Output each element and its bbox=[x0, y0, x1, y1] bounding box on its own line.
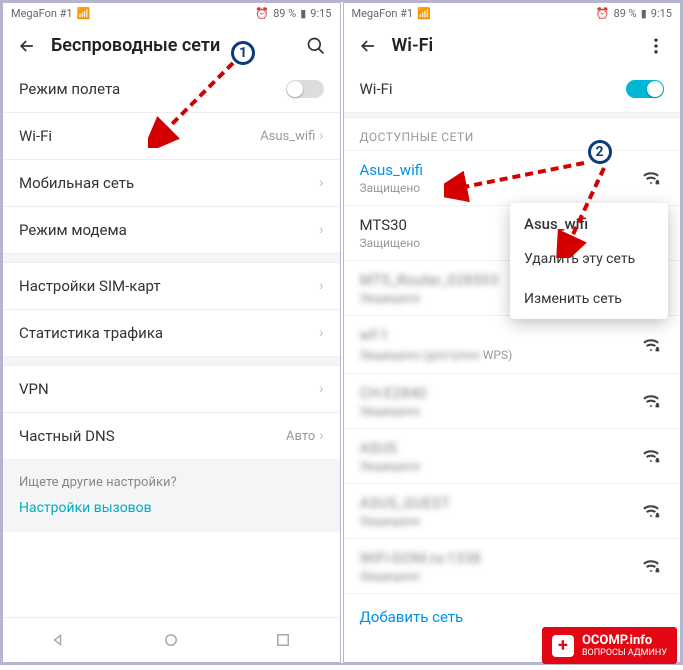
wifi-signal-icon bbox=[640, 444, 664, 468]
wifi-signal-icon bbox=[640, 499, 664, 523]
item-vpn[interactable]: VPN › bbox=[3, 366, 340, 412]
back-icon[interactable] bbox=[358, 36, 378, 56]
chevron-right-icon: › bbox=[319, 325, 323, 341]
label: Wi-Fi bbox=[19, 127, 52, 145]
search-icon[interactable] bbox=[306, 36, 326, 56]
clock: 9:15 bbox=[310, 7, 331, 20]
status-bar: MegaFon #1 📶 ⏰ 89 % ▮ 9:15 bbox=[344, 3, 681, 23]
item-sim-settings[interactable]: Настройки SIM-карт › bbox=[3, 263, 340, 309]
wifi-sub: Защищено bbox=[360, 459, 641, 473]
battery-pct: 89 % bbox=[614, 7, 637, 20]
carrier-label: MegaFon #1 bbox=[352, 7, 414, 20]
label: Статистика трафика bbox=[19, 324, 163, 342]
wifi-master-toggle[interactable]: Wi-Fi bbox=[344, 66, 681, 112]
value: Авто bbox=[286, 429, 315, 444]
battery-pct: 89 % bbox=[273, 7, 296, 20]
chevron-right-icon: › bbox=[319, 381, 323, 397]
label: VPN bbox=[19, 380, 49, 398]
ctx-modify-network[interactable]: Изменить сеть bbox=[510, 279, 668, 319]
wifi-name: wf-1 bbox=[360, 326, 641, 344]
item-modem-mode[interactable]: Режим модема › bbox=[3, 206, 340, 253]
wifi-signal-icon bbox=[640, 389, 664, 413]
signal-icon: 📶 bbox=[417, 7, 431, 20]
more-icon[interactable] bbox=[646, 36, 666, 56]
wifi-network-item[interactable]: WiFi-DOM.ru-1338 Защищено bbox=[344, 538, 681, 593]
cross-icon: + bbox=[552, 635, 574, 657]
annotation-badge-1: 1 bbox=[231, 41, 255, 65]
chevron-right-icon: › bbox=[319, 222, 323, 238]
annotation-arrow-1 bbox=[148, 58, 243, 148]
wifi-sub: Защищено bbox=[360, 569, 641, 583]
annotation-arrow-2b bbox=[544, 163, 624, 258]
wifi-sub: Защищено bbox=[360, 514, 641, 528]
nav-bar bbox=[3, 617, 340, 662]
alarm-icon: ⏰ bbox=[255, 7, 269, 20]
page-title: Беспроводные сети bbox=[51, 35, 292, 56]
item-private-dns[interactable]: Частный DNS Авто › bbox=[3, 412, 340, 459]
nav-home-icon[interactable] bbox=[159, 628, 183, 652]
page-title: Wi-Fi bbox=[392, 35, 633, 56]
wifi-signal-icon bbox=[640, 554, 664, 578]
hint-link[interactable]: Настройки вызовов bbox=[19, 500, 324, 516]
battery-icon: ▮ bbox=[300, 7, 306, 20]
hint-title: Ищете другие настройки? bbox=[19, 475, 324, 490]
chevron-right-icon: › bbox=[319, 428, 323, 444]
wifi-name: ASUS_GUEST bbox=[360, 494, 641, 512]
label: Wi-Fi bbox=[360, 80, 393, 98]
item-mobile-network[interactable]: Мобильная сеть › bbox=[3, 159, 340, 206]
wifi-name: CH-E2840 bbox=[360, 384, 641, 402]
wifi-sub: Защищено bbox=[360, 404, 641, 418]
annotation-badge-2: 2 bbox=[588, 140, 612, 164]
back-icon[interactable] bbox=[17, 36, 37, 56]
wifi-signal-icon bbox=[640, 166, 664, 190]
nav-recent-icon[interactable] bbox=[271, 628, 295, 652]
carrier-label: MegaFon #1 bbox=[11, 7, 73, 20]
label: Режим полета bbox=[19, 80, 120, 98]
toggle-on[interactable] bbox=[626, 80, 664, 98]
nav-back-icon[interactable] bbox=[47, 628, 71, 652]
signal-icon: 📶 bbox=[77, 7, 91, 20]
value: Asus_wifi bbox=[260, 129, 315, 144]
chevron-right-icon: › bbox=[319, 128, 323, 144]
label: Мобильная сеть bbox=[19, 174, 134, 192]
toggle-off[interactable] bbox=[286, 80, 324, 98]
hint-box: Ищете другие настройки? Настройки вызово… bbox=[3, 459, 340, 532]
status-bar: MegaFon #1 📶 ⏰ 89 % ▮ 9:15 bbox=[3, 3, 340, 23]
wifi-signal-icon bbox=[640, 333, 664, 357]
section-header: ДОСТУПНЫЕ СЕТИ bbox=[344, 118, 681, 150]
phone-screen-1: MegaFon #1 📶 ⏰ 89 % ▮ 9:15 Беспроводные … bbox=[2, 2, 341, 663]
chevron-right-icon: › bbox=[319, 278, 323, 294]
wifi-network-item[interactable]: wf-1 Защищено (доступно WPS) bbox=[344, 315, 681, 373]
watermark-main: OCOMP.info bbox=[582, 633, 652, 648]
battery-icon: ▮ bbox=[641, 7, 647, 20]
label: Режим модема bbox=[19, 221, 127, 239]
clock: 9:15 bbox=[651, 7, 672, 20]
wifi-network-item[interactable]: ASUS Защищено bbox=[344, 428, 681, 483]
phone-screen-2: MegaFon #1 📶 ⏰ 89 % ▮ 9:15 Wi-Fi Wi-Fi bbox=[343, 2, 682, 663]
page-header: Wi-Fi bbox=[344, 23, 681, 66]
label: Частный DNS bbox=[19, 427, 115, 445]
item-traffic-stats[interactable]: Статистика трафика › bbox=[3, 309, 340, 356]
wifi-network-item[interactable]: CH-E2840 Защищено bbox=[344, 373, 681, 428]
watermark-sub: ВОПРОСЫ АДМИНУ bbox=[582, 648, 667, 658]
alarm-icon: ⏰ bbox=[596, 7, 610, 20]
label: Настройки SIM-карт bbox=[19, 277, 161, 295]
chevron-right-icon: › bbox=[319, 175, 323, 191]
wifi-network-item[interactable]: ASUS_GUEST Защищено bbox=[344, 483, 681, 538]
watermark: + OCOMP.info ВОПРОСЫ АДМИНУ bbox=[542, 627, 677, 664]
wifi-name: WiFi-DOM.ru-1338 bbox=[360, 549, 641, 567]
wifi-name: ASUS bbox=[360, 439, 641, 457]
